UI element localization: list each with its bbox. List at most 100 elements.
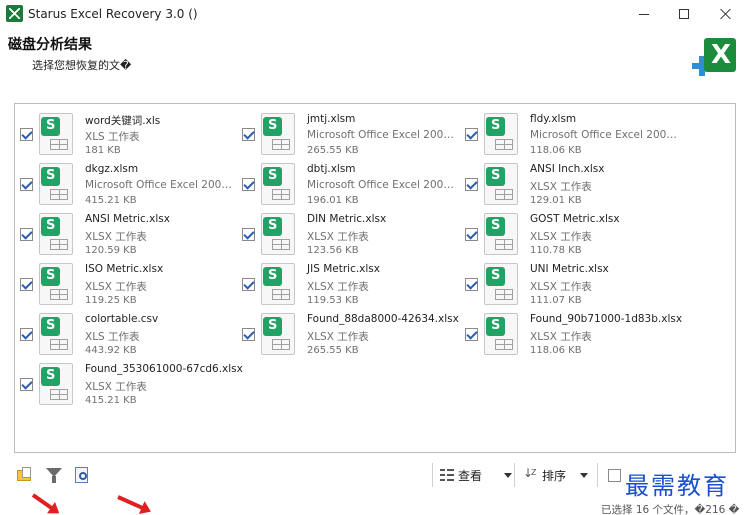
file-type: Microsoft Office Excel 2007 ...	[307, 179, 457, 191]
file-checkbox[interactable]	[20, 128, 33, 141]
file-checkbox[interactable]	[242, 128, 255, 141]
sort-icon	[523, 466, 539, 482]
file-size: 443.92 KB	[85, 345, 137, 356]
file-name: fldy.xlsm	[530, 113, 577, 125]
toolbar-divider	[432, 463, 433, 487]
excel-xlsx-file-icon	[261, 313, 295, 355]
file-list-panel[interactable]: word关键词.xls XLS 工作表 181 KB jmtj.xlsm Microso…	[14, 103, 736, 453]
file-checkbox[interactable]	[465, 178, 478, 191]
preview-icon[interactable]	[71, 464, 93, 486]
file-item[interactable]: ISO Metric.xlsx XLSX 工作表 119.25 KB	[15, 259, 235, 307]
sort-dropdown-button[interactable]: 排序	[523, 464, 589, 486]
file-type: XLSX 工作表	[307, 331, 369, 343]
view-label: 查看	[458, 468, 483, 483]
file-name: colortable.csv	[85, 313, 159, 325]
file-item[interactable]: jmtj.xlsm Microsoft Office Excel 2007 ...…	[237, 109, 457, 157]
file-type: XLSX 工作表	[530, 331, 592, 343]
file-name: word关键词.xls	[85, 115, 161, 127]
file-type: Microsoft Office Excel 2007 ...	[307, 129, 457, 141]
file-name: UNI Metric.xlsx	[530, 263, 609, 275]
file-checkbox[interactable]	[465, 278, 478, 291]
file-item[interactable]: Found_88da8000-42634.xlsx XLSX 工作表 265.55 …	[237, 309, 459, 357]
file-size: 196.01 KB	[307, 195, 359, 206]
app-excel-icon	[6, 5, 23, 22]
excel-recovery-logo-icon	[692, 38, 738, 78]
file-type: Microsoft Office Excel 2007 ...	[85, 179, 235, 191]
file-checkbox[interactable]	[20, 328, 33, 341]
file-checkbox[interactable]	[20, 378, 33, 391]
file-name: Found_353061000-67cd6.xlsx	[85, 363, 243, 375]
file-item[interactable]: dbtj.xlsm Microsoft Office Excel 2007 ...…	[237, 159, 457, 207]
file-checkbox[interactable]	[242, 178, 255, 191]
maximize-icon	[679, 9, 689, 19]
file-type: XLSX 工作表	[307, 281, 369, 293]
file-item[interactable]: Found_90b71000-1d83b.xlsx XLSX 工作表 118.06 …	[460, 309, 682, 357]
file-checkbox[interactable]	[242, 278, 255, 291]
file-name: JIS Metric.xlsx	[307, 263, 380, 275]
file-size: 181 KB	[85, 145, 121, 156]
watermark-text: 最需教育	[625, 472, 729, 500]
file-item[interactable]: GOST Metric.xlsx XLSX 工作表 110.78 KB	[460, 209, 680, 257]
excel-xlsm-file-icon	[484, 113, 518, 155]
minimize-button[interactable]	[624, 0, 664, 28]
page-title: 磁盘分析结果	[8, 37, 92, 53]
file-item[interactable]: fldy.xlsm Microsoft Office Excel 2007 ...…	[460, 109, 680, 157]
close-button[interactable]	[706, 0, 746, 28]
excel-xlsx-file-icon	[484, 313, 518, 355]
excel-xlsm-file-icon	[39, 163, 73, 205]
chevron-down-icon	[504, 472, 513, 478]
excel-xlsx-file-icon	[261, 213, 295, 255]
file-item[interactable]: word关键词.xls XLS 工作表 181 KB	[15, 109, 235, 157]
maximize-button[interactable]	[664, 0, 704, 28]
select-all-checkbox[interactable]	[608, 469, 621, 482]
file-checkbox[interactable]	[242, 328, 255, 341]
file-type: Microsoft Office Excel 2007 ...	[530, 129, 680, 141]
excel-xls-file-icon	[39, 113, 73, 155]
file-item[interactable]: ANSI Metric.xlsx XLSX 工作表 120.59 KB	[15, 209, 235, 257]
toolbar-divider	[597, 463, 598, 487]
sort-label: 排序	[542, 468, 567, 483]
file-name: jmtj.xlsm	[307, 113, 356, 125]
chevron-down-icon	[580, 472, 589, 478]
file-item[interactable]: JIS Metric.xlsx XLSX 工作表 119.53 KB	[237, 259, 457, 307]
view-dropdown-button[interactable]: 查看	[440, 464, 513, 486]
file-size: 119.53 KB	[307, 295, 359, 306]
file-size: 265.55 KB	[307, 345, 359, 356]
file-checkbox[interactable]	[20, 278, 33, 291]
file-item[interactable]: colortable.csv XLS 工作表 443.92 KB	[15, 309, 235, 357]
file-item[interactable]: Found_353061000-67cd6.xlsx XLSX 工作表 415.21…	[15, 359, 243, 407]
file-item[interactable]: UNI Metric.xlsx XLSX 工作表 111.07 KB	[460, 259, 680, 307]
excel-xlsm-file-icon	[261, 163, 295, 205]
file-size: 118.06 KB	[530, 145, 582, 156]
file-item[interactable]: ANSI Inch.xlsx XLSX 工作表 129.01 KB	[460, 159, 680, 207]
excel-xlsx-file-icon	[261, 263, 295, 305]
open-folder-icon[interactable]	[14, 464, 36, 486]
file-type: XLSX 工作表	[530, 181, 592, 193]
title-bar: Starus Excel Recovery 3.0 ()	[0, 0, 749, 28]
file-checkbox[interactable]	[242, 228, 255, 241]
file-checkbox[interactable]	[465, 228, 478, 241]
annotation-arrow	[117, 495, 149, 512]
file-item[interactable]: DIN Metric.xlsx XLSX 工作表 123.56 KB	[237, 209, 457, 257]
file-name: GOST Metric.xlsx	[530, 213, 620, 225]
file-type: XLSX 工作表	[307, 231, 369, 243]
file-size: 265.55 KB	[307, 145, 359, 156]
file-checkbox[interactable]	[465, 328, 478, 341]
file-size: 119.25 KB	[85, 295, 137, 306]
file-item[interactable]: dkgz.xlsm Microsoft Office Excel 2007 ...…	[15, 159, 235, 207]
file-checkbox[interactable]	[20, 178, 33, 191]
file-size: 111.07 KB	[530, 295, 582, 306]
file-name: dbtj.xlsm	[307, 163, 356, 175]
file-checkbox[interactable]	[465, 128, 478, 141]
excel-xlsx-file-icon	[39, 363, 73, 405]
file-checkbox[interactable]	[20, 228, 33, 241]
file-name: dkgz.xlsm	[85, 163, 139, 175]
filter-icon[interactable]	[42, 464, 64, 486]
file-size: 415.21 KB	[85, 395, 137, 406]
logo-excel-sheet	[704, 38, 736, 72]
minimize-icon	[639, 13, 649, 15]
file-size: 123.56 KB	[307, 245, 359, 256]
excel-csv-file-icon	[39, 313, 73, 355]
file-size: 120.59 KB	[85, 245, 137, 256]
file-type: XLS 工作表	[85, 131, 140, 143]
